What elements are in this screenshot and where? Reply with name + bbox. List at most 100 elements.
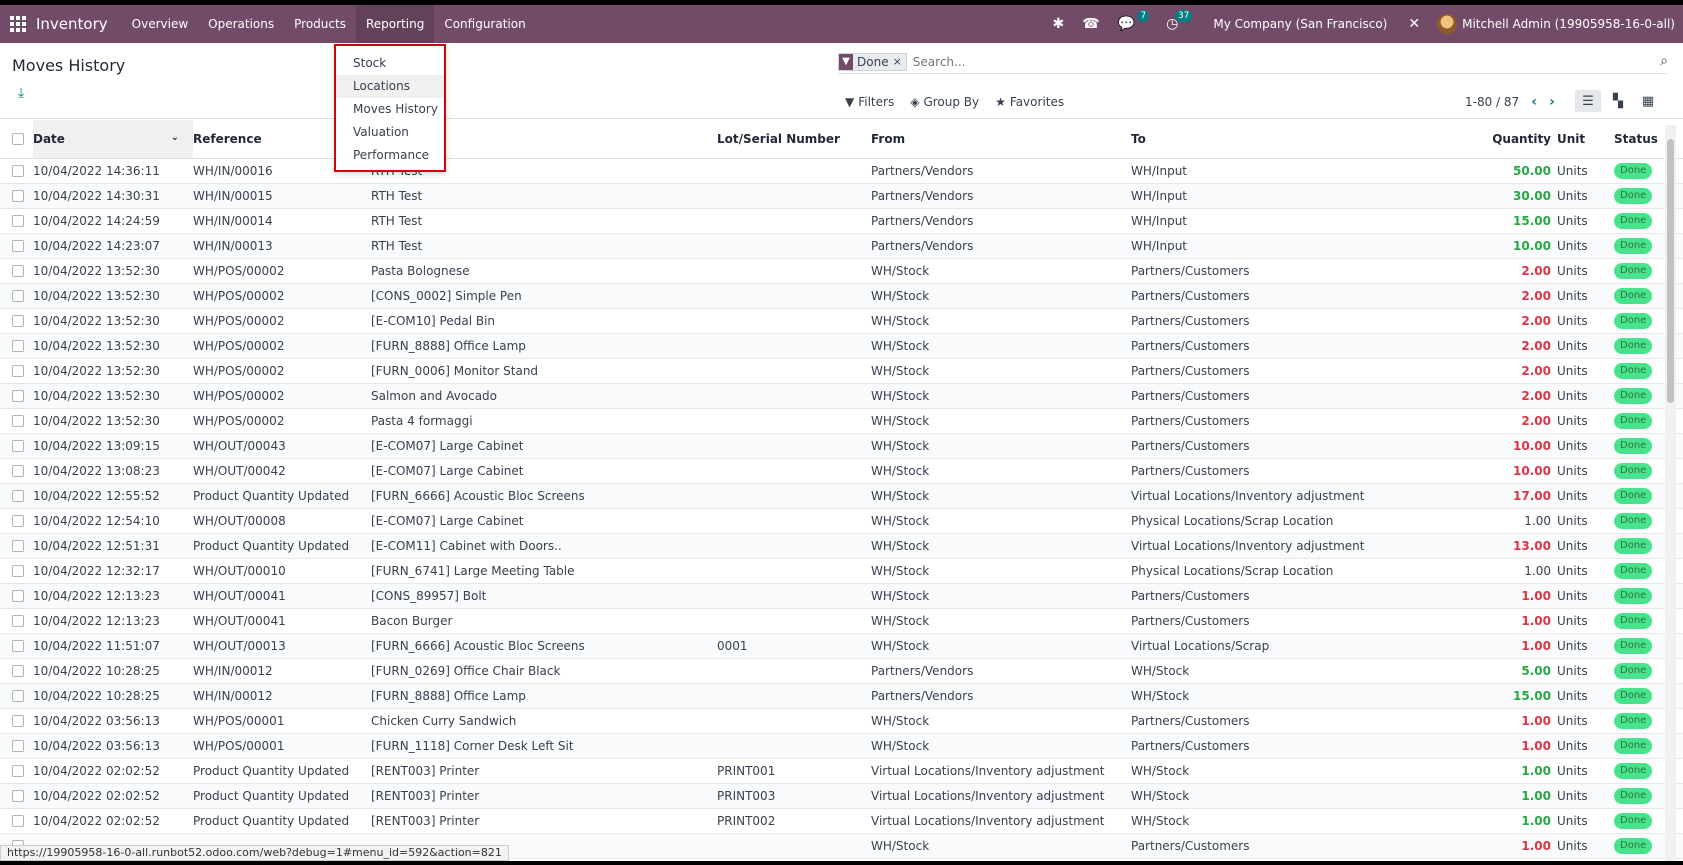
table-row[interactable]: 10/04/2022 12:32:17 WH/OUT/00010 [FURN_674… [0, 558, 1683, 584]
filters-button[interactable]: ▼ Filters [845, 95, 894, 109]
table-row[interactable]: 10/04/2022 12:13:23 WH/OUT/00041 [CONS_899… [0, 583, 1683, 609]
tools-icon[interactable]: ✕ [1408, 16, 1420, 32]
table-row[interactable]: 10/04/2022 11:51:07 WH/OUT/00013 [FURN_666… [0, 633, 1683, 659]
remove-facet-icon[interactable]: × [893, 55, 906, 68]
messages-icon[interactable]: 💬 7 [1118, 10, 1150, 32]
table-row[interactable]: 10/04/2022 03:56:13 WH/POS/00001 [FURN_111… [0, 733, 1683, 759]
table-row[interactable]: 10/04/2022 02:02:52 Product Quantity Upda… [0, 783, 1683, 809]
table-row[interactable]: 10/04/2022 13:52:30 WH/POS/00002 [CONS_000… [0, 283, 1683, 309]
search-icon[interactable]: ⌕ [1660, 53, 1668, 69]
menu-item-performance[interactable]: Performance [336, 144, 444, 167]
search-input[interactable] [912, 54, 1513, 69]
table-row[interactable]: 10/04/2022 03:56:13 WH/POS/00001 Chicken C… [0, 708, 1683, 734]
user-avatar[interactable] [1437, 14, 1458, 34]
row-checkbox[interactable] [12, 265, 24, 277]
row-checkbox[interactable] [12, 415, 24, 427]
select-all-checkbox[interactable] [12, 133, 24, 146]
row-checkbox[interactable] [12, 715, 24, 727]
table-row[interactable]: 10/04/2022 10:28:25 WH/IN/00012 [FURN_8888… [0, 683, 1683, 709]
pager-previous-icon[interactable]: ‹ [1531, 94, 1537, 110]
table-row[interactable]: 10/04/2022 12:51:31 Product Quantity Upda… [0, 533, 1683, 559]
cell-from: Partners/Vendors [871, 208, 1131, 234]
row-checkbox[interactable] [12, 690, 24, 702]
row-checkbox[interactable] [12, 740, 24, 752]
row-checkbox[interactable] [12, 640, 24, 652]
row-checkbox[interactable] [12, 490, 24, 502]
pager-value[interactable]: 1-80 / 87 [1465, 95, 1519, 109]
table-row[interactable]: 10/04/2022 12:13:23 WH/OUT/00041 Bacon Bur… [0, 608, 1683, 634]
menu-item-stock[interactable]: Stock [336, 52, 444, 75]
cell-product: Pasta Bolognese [371, 258, 717, 284]
cell-date: 10/04/2022 14:24:59 [33, 208, 193, 234]
column-header-date[interactable]: Date ⌄ [33, 120, 193, 159]
table-row[interactable]: 10/04/2022 14:23:07 WH/IN/00013 RTH Test Pa… [0, 233, 1683, 259]
row-checkbox[interactable] [12, 240, 24, 252]
pivot-view-icon[interactable]: ▦ [1635, 90, 1661, 112]
user-menu[interactable]: Mitchell Admin (19905958-16-0-all) [1462, 17, 1675, 31]
menu-products[interactable]: Products [284, 5, 356, 43]
row-checkbox[interactable] [12, 790, 24, 802]
table-row[interactable]: 10/04/2022 13:52:30 WH/POS/00002 [FURN_000… [0, 358, 1683, 384]
row-checkbox[interactable] [12, 165, 24, 177]
row-checkbox[interactable] [12, 540, 24, 552]
row-checkbox[interactable] [12, 590, 24, 602]
row-checkbox[interactable] [12, 565, 24, 577]
table-row[interactable]: 10/04/2022 02:02:52 Product Quantity Upda… [0, 808, 1683, 834]
bug-icon[interactable]: ✱ [1053, 16, 1065, 32]
row-checkbox[interactable] [12, 815, 24, 827]
row-select-cell [0, 358, 33, 384]
column-header-to[interactable]: To [1131, 120, 1465, 159]
table-row[interactable]: 10/04/2022 12:54:10 WH/OUT/00008 [E-COM07]… [0, 508, 1683, 534]
table-row[interactable]: 10/04/2022 12:55:52 Product Quantity Upda… [0, 483, 1683, 509]
column-header-unit[interactable]: Unit [1557, 120, 1614, 159]
pager-next-icon[interactable]: › [1549, 94, 1555, 110]
table-row[interactable]: 10/04/2022 13:09:15 WH/OUT/00043 [E-COM07]… [0, 433, 1683, 459]
table-row[interactable]: 10/04/2022 13:52:30 WH/POS/00002 Salmon an… [0, 383, 1683, 409]
table-row[interactable]: 10/04/2022 13:08:23 WH/OUT/00042 [E-COM07]… [0, 458, 1683, 484]
table-row[interactable]: 10/04/2022 13:52:30 WH/POS/00002 Pasta 4 f… [0, 408, 1683, 434]
row-checkbox[interactable] [12, 615, 24, 627]
app-name[interactable]: Inventory [36, 15, 108, 33]
apps-menu-icon[interactable] [10, 16, 26, 32]
menu-configuration[interactable]: Configuration [434, 5, 535, 43]
row-checkbox[interactable] [12, 665, 24, 677]
row-checkbox[interactable] [12, 440, 24, 452]
table-row[interactable]: 10/04/2022 10:28:25 WH/IN/00012 [FURN_0269… [0, 658, 1683, 684]
table-row[interactable]: 10/04/2022 14:30:31 WH/IN/00015 RTH Test Pa… [0, 183, 1683, 209]
table-row[interactable]: 10/04/2022 14:24:59 WH/IN/00014 RTH Test Pa… [0, 208, 1683, 234]
menu-reporting[interactable]: Reporting [355, 5, 435, 43]
row-checkbox[interactable] [12, 465, 24, 477]
table-row[interactable]: 10/04/2022 13:52:30 WH/POS/00002 [FURN_888… [0, 333, 1683, 359]
column-header-lot[interactable]: Lot/Serial Number [717, 120, 871, 159]
filter-facet[interactable]: ▼ Done × [838, 52, 907, 71]
row-checkbox[interactable] [12, 390, 24, 402]
row-checkbox[interactable] [12, 315, 24, 327]
row-checkbox[interactable] [12, 340, 24, 352]
kanban-view-icon[interactable]: ▚ [1605, 90, 1631, 112]
favorites-button[interactable]: ★ Favorites [995, 95, 1064, 109]
menu-item-valuation[interactable]: Valuation [336, 121, 444, 144]
row-checkbox[interactable] [12, 290, 24, 302]
company-switcher[interactable]: My Company (San Francisco) [1213, 17, 1387, 31]
download-icon[interactable]: ⤓ [18, 85, 24, 101]
phone-icon[interactable]: ☎ [1082, 16, 1099, 32]
row-checkbox[interactable] [12, 215, 24, 227]
column-header-from[interactable]: From [871, 120, 1131, 159]
menu-item-locations[interactable]: Locations [336, 75, 444, 98]
activities-icon[interactable]: ◷ 37 [1166, 10, 1193, 32]
table-row[interactable]: 10/04/2022 13:52:30 WH/POS/00002 [E-COM10]… [0, 308, 1683, 334]
scrollbar-thumb[interactable] [1667, 139, 1674, 403]
menu-operations[interactable]: Operations [198, 5, 284, 43]
menu-item-moves-history[interactable]: Moves History [336, 98, 444, 121]
table-row[interactable]: 10/04/2022 14:36:11WH/IN/00016RTH TestPa… [0, 158, 1683, 184]
row-checkbox[interactable] [12, 190, 24, 202]
table-row[interactable]: 10/04/2022 02:02:52 Product Quantity Upda… [0, 758, 1683, 784]
table-row[interactable]: 10/04/2022 13:52:30 WH/POS/00002 Pasta Bol… [0, 258, 1683, 284]
list-view-icon[interactable]: ☰ [1575, 90, 1601, 112]
row-checkbox[interactable] [12, 515, 24, 527]
menu-overview[interactable]: Overview [122, 5, 199, 43]
row-checkbox[interactable] [12, 365, 24, 377]
row-checkbox[interactable] [12, 765, 24, 777]
column-header-quantity[interactable]: Quantity [1465, 120, 1557, 159]
groupby-button[interactable]: ◈ Group By [910, 95, 979, 109]
